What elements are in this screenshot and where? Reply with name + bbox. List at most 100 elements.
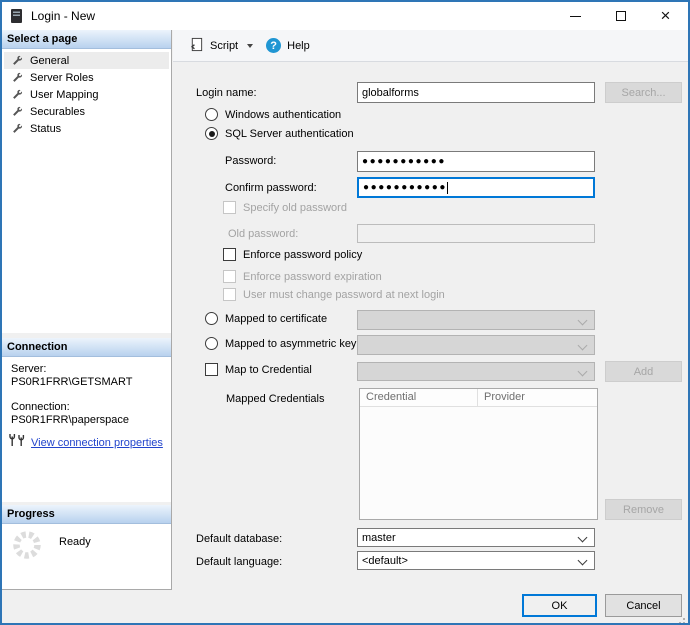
sidebar-item-user-mapping[interactable]: User Mapping	[4, 86, 169, 103]
server-value: PS0R1FRR\GETSMART	[11, 376, 132, 388]
certificate-dropdown	[357, 310, 595, 330]
remove-button: Remove	[605, 499, 682, 520]
text-caret	[447, 182, 448, 194]
select-page-header: Select a page	[2, 30, 171, 49]
checkbox-enforce-expiration	[223, 270, 236, 283]
chevron-down-icon	[578, 533, 588, 543]
table-header-row: Credential Provider	[360, 389, 597, 407]
sidebar-item-label: User Mapping	[30, 89, 98, 101]
checkbox-specify-old-password	[223, 201, 236, 214]
login-server-icon	[10, 8, 23, 24]
minimize-icon	[570, 16, 581, 17]
sql-auth-option[interactable]: SQL Server authentication	[205, 127, 354, 140]
script-toolbar: Script ? Help	[173, 30, 688, 62]
confirm-password-input[interactable]: ●●●●●●●●●●●	[357, 177, 595, 198]
sidebar-item-label: Server Roles	[30, 72, 94, 84]
connection-value: PS0R1FRR\paperspace	[11, 414, 129, 426]
general-page-content: Login name: globalforms Search... Window…	[173, 62, 688, 590]
radio-windows-auth[interactable]	[205, 108, 218, 121]
script-button-label: Script	[210, 40, 238, 52]
radio-mapped-cert[interactable]	[205, 312, 218, 325]
sidebar-item-label: General	[30, 55, 69, 67]
select-page-panel: Select a page General Server Roles User …	[2, 30, 171, 333]
add-button: Add	[605, 361, 682, 382]
column-header-provider: Provider	[478, 389, 525, 406]
close-icon: ×	[661, 11, 671, 21]
login-name-input[interactable]: globalforms	[357, 82, 595, 103]
titlebar: Login - New ×	[2, 2, 688, 30]
specify-old-password-option: Specify old password	[223, 201, 347, 214]
sidebar-item-securables[interactable]: Securables	[4, 103, 169, 120]
wrench-icon	[12, 72, 23, 83]
progress-panel: Progress Ready	[2, 505, 171, 590]
ok-button[interactable]: OK	[522, 594, 597, 617]
chevron-down-icon	[578, 367, 588, 377]
spinner-icon	[12, 530, 42, 565]
connection-header: Connection	[2, 338, 171, 357]
chevron-down-icon	[247, 44, 253, 48]
radio-mapped-key[interactable]	[205, 337, 218, 350]
maximize-icon	[616, 11, 626, 21]
password-input[interactable]: ●●●●●●●●●●●	[357, 151, 595, 172]
maximize-button[interactable]	[598, 2, 643, 30]
mapped-credentials-table[interactable]: Credential Provider	[359, 388, 598, 520]
sidebar: Select a page General Server Roles User …	[2, 30, 172, 590]
dialog-footer: OK Cancel	[2, 590, 688, 623]
mapped-cert-option[interactable]: Mapped to certificate	[205, 312, 327, 325]
checkbox-must-change	[223, 288, 236, 301]
connection-plug-icon	[8, 433, 26, 452]
wrench-icon	[12, 106, 23, 117]
sidebar-item-label: Securables	[30, 106, 85, 118]
progress-status: Ready	[59, 536, 91, 548]
chevron-down-icon	[578, 316, 588, 326]
checkbox-enforce-policy[interactable]	[223, 248, 236, 261]
windows-auth-option[interactable]: Windows authentication	[205, 108, 341, 121]
sidebar-item-general[interactable]: General	[4, 52, 169, 69]
wrench-icon	[12, 123, 23, 134]
enforce-expiration-option: Enforce password expiration	[223, 270, 382, 283]
chevron-down-icon	[578, 341, 588, 351]
login-new-dialog: Login - New × Select a page General Serv…	[0, 0, 690, 625]
help-circle-icon: ?	[266, 38, 281, 53]
help-button[interactable]: ? Help	[262, 35, 314, 56]
help-button-label: Help	[287, 40, 310, 52]
minimize-button[interactable]	[553, 2, 598, 30]
old-password-label: Old password:	[228, 228, 298, 240]
password-label: Password:	[225, 155, 276, 167]
enforce-policy-option[interactable]: Enforce password policy	[223, 248, 362, 261]
confirm-password-label: Confirm password:	[225, 182, 317, 194]
login-name-label: Login name:	[196, 87, 257, 99]
chevron-down-icon	[578, 556, 588, 566]
old-password-input	[357, 224, 595, 243]
must-change-option: User must change password at next login	[223, 288, 445, 301]
credential-dropdown	[357, 362, 595, 381]
wrench-icon	[12, 55, 23, 66]
connection-panel: Connection Server: PS0R1FRR\GETSMART Con…	[2, 338, 171, 502]
close-button[interactable]: ×	[643, 2, 688, 30]
search-button: Search...	[605, 82, 682, 103]
progress-header: Progress	[2, 505, 171, 524]
window-title: Login - New	[31, 9, 95, 23]
default-database-dropdown[interactable]: master	[357, 528, 595, 547]
sidebar-item-label: Status	[30, 123, 61, 135]
asymmetric-key-dropdown	[357, 335, 595, 355]
script-file-icon	[189, 37, 204, 55]
connection-label: Connection:	[11, 401, 70, 413]
column-header-credential: Credential	[360, 389, 478, 406]
cancel-button[interactable]: Cancel	[605, 594, 682, 617]
script-button[interactable]: Script	[185, 34, 257, 58]
default-database-label: Default database:	[196, 533, 282, 545]
resize-grip-icon[interactable]	[683, 618, 685, 620]
view-connection-properties-link[interactable]: View connection properties	[31, 437, 163, 449]
sidebar-item-server-roles[interactable]: Server Roles	[4, 69, 169, 86]
wrench-icon	[12, 89, 23, 100]
sidebar-item-status[interactable]: Status	[4, 120, 169, 137]
mapped-key-option[interactable]: Mapped to asymmetric key	[205, 337, 356, 350]
checkbox-map-credential[interactable]	[205, 363, 218, 376]
mapped-credentials-label: Mapped Credentials	[226, 393, 324, 405]
radio-sql-auth[interactable]	[205, 127, 218, 140]
server-label: Server:	[11, 363, 46, 375]
default-language-dropdown[interactable]: <default>	[357, 551, 595, 570]
default-language-label: Default language:	[196, 556, 282, 568]
map-credential-option[interactable]: Map to Credential	[205, 363, 312, 376]
